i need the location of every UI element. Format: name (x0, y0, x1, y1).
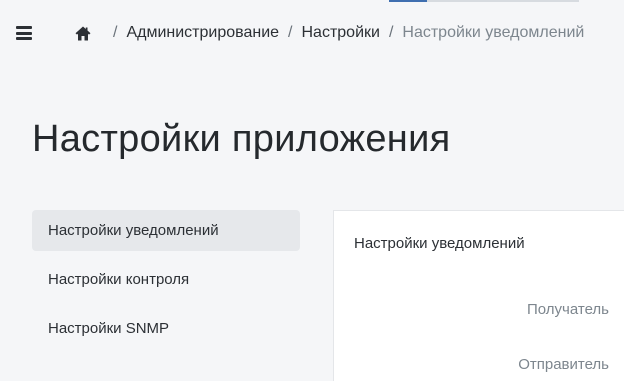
breadcrumb-separator: / (388, 24, 394, 41)
header-accent-strip (389, 0, 427, 2)
settings-sidebar: Настройки уведомлений Настройки контроля… (32, 210, 300, 357)
notification-settings-panel: Настройки уведомлений Получатель Отправи… (333, 210, 624, 381)
page-title: Настройки приложения (32, 118, 451, 160)
sidebar-item-monitoring-settings[interactable]: Настройки контроля (32, 259, 300, 300)
sidebar-item-notification-settings[interactable]: Настройки уведомлений (32, 210, 300, 251)
breadcrumb-item-settings[interactable]: Настройки (301, 24, 379, 42)
hamburger-menu-icon[interactable] (16, 26, 32, 40)
home-icon[interactable] (75, 26, 91, 41)
breadcrumb-item-administration[interactable]: Администрирование (126, 24, 279, 42)
app-page: / Администрирование / Настройки / Настро… (0, 0, 624, 381)
recipient-field-label: Получатель (527, 301, 609, 318)
sidebar-item-snmp-settings[interactable]: Настройки SNMP (32, 308, 300, 349)
sidebar-item-label: Настройки уведомлений (48, 222, 219, 239)
sidebar-item-label: Настройки SNMP (48, 320, 170, 337)
breadcrumb-separator: / (288, 24, 293, 41)
sender-field-label: Отправитель (518, 356, 609, 373)
breadcrumb: / Администрирование / Настройки / Настро… (75, 22, 584, 44)
panel-title: Настройки уведомлений (354, 235, 525, 252)
sidebar-item-label: Настройки контроля (48, 271, 190, 288)
breadcrumb-separator: / (113, 24, 118, 41)
header-accent-strip-light (427, 0, 579, 2)
breadcrumb-item-current: Настройки уведомлений (402, 24, 585, 41)
